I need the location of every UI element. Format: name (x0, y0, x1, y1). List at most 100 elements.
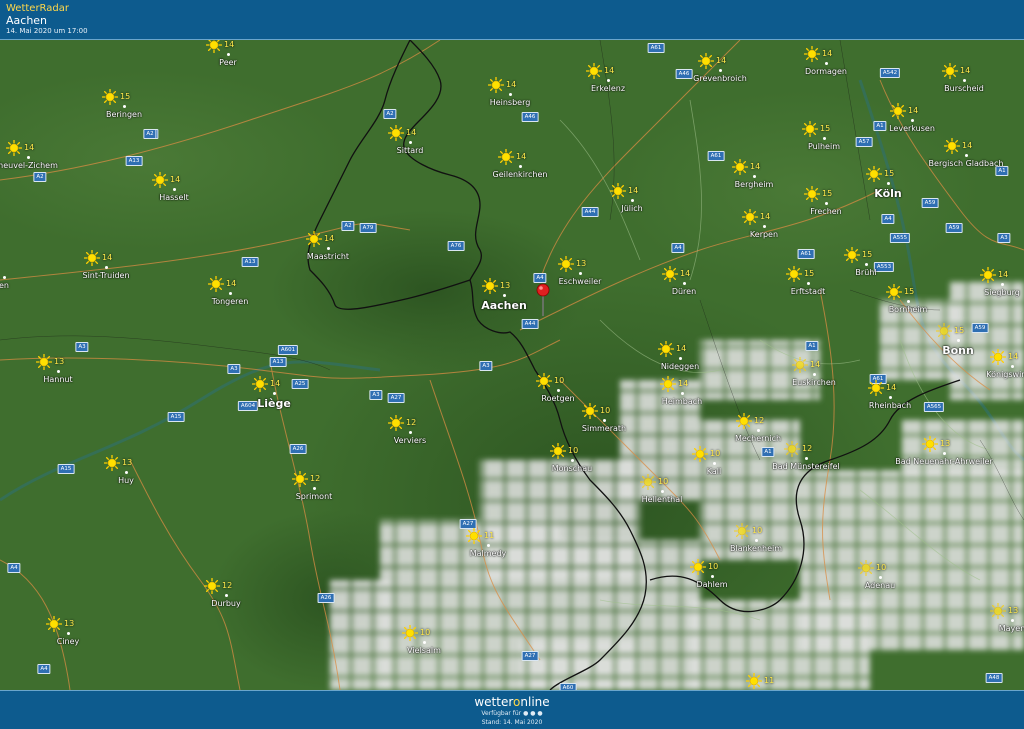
city-dot (682, 281, 686, 285)
temperature-label: 10 (600, 406, 611, 415)
city-dot (1010, 364, 1014, 368)
city-name: Grevenbroich (693, 74, 747, 83)
temperature-label: 10 (420, 628, 431, 637)
temperature-label: 13 (122, 458, 133, 467)
city-name: Leverkusen (889, 124, 935, 133)
temperature-label: 13 (1008, 606, 1019, 615)
sun-icon (640, 474, 656, 490)
road-shield: A3 (75, 342, 89, 352)
temperature-label: 14 (270, 379, 281, 388)
city-dot (824, 201, 828, 205)
temperature-label: 10 (568, 446, 579, 455)
road-shield: A61 (647, 43, 665, 53)
city-name: en (0, 281, 9, 290)
stand-text: Stand: 14. Mai 2020 (481, 719, 543, 726)
city-name: Köln (874, 187, 902, 200)
city-dot (812, 372, 816, 376)
road-shield: A3 (227, 364, 241, 374)
sun-icon (858, 560, 874, 576)
road-shield: A26 (317, 593, 335, 603)
city-dot (228, 291, 232, 295)
city-name: Kall (706, 467, 722, 476)
temperature-label: 12 (406, 418, 417, 427)
road-shield: A2 (383, 109, 397, 119)
city-name: Maastricht (306, 252, 350, 261)
sun-icon (550, 443, 566, 459)
road-shield: A27 (521, 651, 539, 661)
road-shield: A555 (889, 233, 911, 243)
sun-icon (690, 559, 706, 575)
city-name: Beringen (105, 110, 143, 119)
temperature-label: 14 (516, 152, 527, 161)
sun-icon (292, 471, 308, 487)
sun-icon (488, 77, 504, 93)
sun-icon (586, 63, 602, 79)
city-name: Siegburg (984, 288, 1020, 297)
temperature-label: 15 (820, 124, 831, 133)
temperature-label: 14 (750, 162, 761, 171)
sun-icon (844, 247, 860, 263)
temperature-label: 14 (810, 360, 821, 369)
city-name: Jülich (621, 204, 643, 213)
city-dot (502, 293, 506, 297)
temperature-label: 15 (822, 189, 833, 198)
city-name: Dahlem (696, 580, 728, 589)
city-name: Nideggen (660, 362, 700, 371)
city-dot (678, 356, 682, 360)
city-dot (408, 430, 412, 434)
sun-icon (6, 140, 22, 156)
temperature-label: 14 (908, 106, 919, 115)
temperature-label: 14 (406, 128, 417, 137)
city-name: Burscheid (944, 84, 984, 93)
city-name: Adenau (864, 581, 896, 590)
city-dot (422, 640, 426, 644)
sun-icon (466, 528, 482, 544)
temperature-label: 13 (940, 439, 951, 448)
city-name: Bergisch Gladbach (928, 159, 1004, 168)
city-dot (224, 593, 228, 597)
wetteronline-logo[interactable]: wetteronline (0, 695, 1024, 709)
road-shield: A79 (359, 223, 377, 233)
city-name: Königswinter (986, 370, 1024, 379)
sun-icon (746, 673, 762, 689)
location-pin-icon[interactable] (536, 283, 550, 317)
sun-icon (402, 625, 418, 641)
city-dot (272, 391, 276, 395)
road-shield: A13 (241, 257, 259, 267)
sun-icon (990, 349, 1006, 365)
road-shield: A27 (387, 393, 405, 403)
city-dot (486, 543, 490, 547)
road-shield: A13 (125, 156, 143, 166)
platform-icons: ● ● ● (523, 710, 543, 717)
sun-icon (36, 354, 52, 370)
city-name: Monschau (551, 464, 593, 473)
city-name: Sprimont (295, 492, 333, 501)
sun-icon (610, 183, 626, 199)
temperature-label: 11 (484, 531, 495, 540)
location-title[interactable]: Aachen (6, 14, 47, 27)
sun-icon (936, 323, 952, 339)
sun-icon (868, 380, 884, 396)
temperature-label: 15 (884, 169, 895, 178)
city-dot (26, 155, 30, 159)
road-shield: A61 (707, 151, 725, 161)
temperature-label: 14 (998, 270, 1009, 279)
sun-icon (482, 278, 498, 294)
city-dot (878, 575, 882, 579)
road-shield: A3 (997, 233, 1011, 243)
temperature-label: 14 (604, 66, 615, 75)
temperature-label: 15 (904, 287, 915, 296)
weather-map[interactable]: A2A2A13A2A13A3A13A601A3A604A25A15A15A3A2… (0, 40, 1024, 690)
sun-icon (582, 403, 598, 419)
temperature-label: 14 (676, 344, 687, 353)
sun-icon (698, 53, 714, 69)
city-dot (172, 187, 176, 191)
temperature-label: 13 (54, 357, 65, 366)
city-dot (124, 470, 128, 474)
temperature-label: 12 (310, 474, 321, 483)
sun-icon (942, 63, 958, 79)
city-name: Peer (219, 58, 237, 67)
temperature-label: 14 (962, 141, 973, 150)
temperature-label: 12 (754, 416, 765, 425)
city-dot (962, 78, 966, 82)
